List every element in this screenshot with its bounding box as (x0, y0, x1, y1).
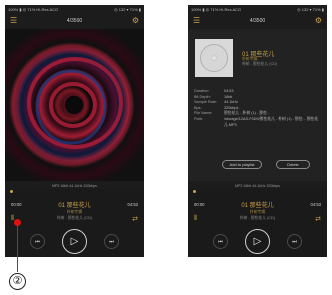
progress-dot[interactable] (10, 190, 13, 193)
track-number: 4/3500 (249, 18, 266, 24)
phone-screen-playing: 100% ▮ ◎ 71% Hi-Res ACG ◎ 132 ▾ 71% ▮ ☰ … (5, 5, 144, 257)
quality-info: MP3 16bit 44.1kHz 320kbps (235, 184, 280, 188)
play-mode-icon[interactable]: ⇄ (315, 215, 321, 223)
song-artist: 朴树 - 那些花儿 (CD) (56, 216, 93, 220)
song-info: 01 那些花儿 朴树专辑 朴树 - 那些花儿 (CD) (218, 200, 297, 221)
info-artist: 朴树 - 那些花儿 (CD) (242, 62, 278, 66)
callout-number: ② (9, 273, 26, 290)
song-title: 01 那些花儿 (58, 203, 91, 209)
song-title: 01 那些花儿 (241, 203, 274, 209)
cd-cover (195, 39, 233, 77)
callout-line (17, 222, 18, 272)
add-to-playlist-button[interactable]: Add to playlist (222, 160, 262, 169)
gear-icon[interactable]: ⚙ (132, 17, 139, 25)
prev-icon: ⏮ (218, 238, 223, 245)
player-panel: 00:00 04:53 01 那些花儿 朴树专辑 朴树 - 那些花儿 (CD) … (5, 189, 144, 257)
prev-icon: ⏮ (35, 238, 40, 245)
time-total: 04:53 (310, 202, 321, 207)
play-button[interactable]: ▷ (62, 229, 87, 254)
meta-row: Path: /storage/12AS-F0D9/那些花儿 - 朴树 (1) - … (194, 117, 321, 128)
next-button[interactable]: ⏭ (104, 234, 119, 249)
song-album: 朴树专辑 (66, 210, 83, 214)
next-icon: ⏭ (292, 238, 297, 245)
top-bar: ☰ 4/3500 ⚙ (5, 14, 144, 28)
prev-button[interactable]: ⏮ (213, 234, 228, 249)
status-bar: 100% ▮ ◎ 71% Hi-Res ACG ◎ 132 ▾ 71% ▮ (5, 5, 144, 13)
play-icon: ▷ (253, 236, 262, 247)
track-number: 4/3500 (66, 18, 83, 24)
meta-key: Path: (194, 116, 203, 121)
top-bar: ☰ 4/3500 ⚙ (188, 14, 327, 28)
play-mode-icon[interactable]: ⇄ (132, 215, 138, 223)
progress-dot[interactable] (193, 190, 196, 193)
status-bar: 100% ▮ ◎ 71% Hi-Res ACG ◎ 132 ▾ 71% ▮ (188, 5, 327, 13)
song-artist: 朴树 - 那些花儿 (CD) (239, 216, 276, 220)
delete-button[interactable]: Delete (276, 160, 310, 169)
gear-icon[interactable]: ⚙ (315, 17, 322, 25)
time-elapsed: 00:00 (194, 202, 205, 207)
play-icon: ▷ (70, 236, 79, 247)
next-button[interactable]: ⏭ (287, 234, 302, 249)
status-left: 100% ▮ ◎ 71% Hi-Res ACG (191, 6, 242, 12)
quality-info: MP3 16bit 44.1kHz 320kbps (52, 184, 97, 188)
prev-button[interactable]: ⏮ (30, 234, 45, 249)
time-total: 04:53 (127, 202, 138, 207)
status-right: ◎ 132 ▾ 71% ▮ (114, 6, 141, 12)
player-panel: 00:00 04:53 01 那些花儿 朴树专辑 朴树 - 那些花儿 (CD) … (188, 189, 327, 257)
track-info-panel: 01 那些花儿 朴树专辑 朴树 - 那些花儿 (CD) Duration: 04:… (188, 29, 327, 181)
phone-screen-info: 100% ▮ ◎ 71% Hi-Res ACG ◎ 132 ▾ 71% ▮ ☰ … (188, 5, 327, 257)
menu-icon[interactable]: ☰ (193, 17, 200, 25)
song-album: 朴树专辑 (249, 210, 266, 214)
time-elapsed: 00:00 (11, 202, 22, 207)
status-left: 100% ▮ ◎ 71% Hi-Res ACG (8, 6, 59, 12)
song-info: 01 那些花儿 朴树专辑 朴树 - 那些花儿 (CD) (35, 200, 114, 221)
meta-value: /storage/12AS-F0D9/那些花儿 - 朴树 (1) - 那些...… (224, 116, 319, 127)
next-icon: ⏭ (109, 238, 114, 245)
album-art[interactable] (5, 29, 144, 181)
menu-icon[interactable]: ☰ (10, 17, 17, 25)
disc-icon (200, 44, 228, 72)
album-art-swirl (13, 45, 133, 165)
status-right: ◎ 132 ▾ 71% ▮ (297, 6, 324, 12)
metadata-list: Duration: 04:53 Bit Depth: 16bit Sample Ra… (194, 89, 321, 128)
play-button[interactable]: ▷ (245, 229, 270, 254)
vu-meter-icon[interactable]: ⫴ (194, 215, 197, 223)
